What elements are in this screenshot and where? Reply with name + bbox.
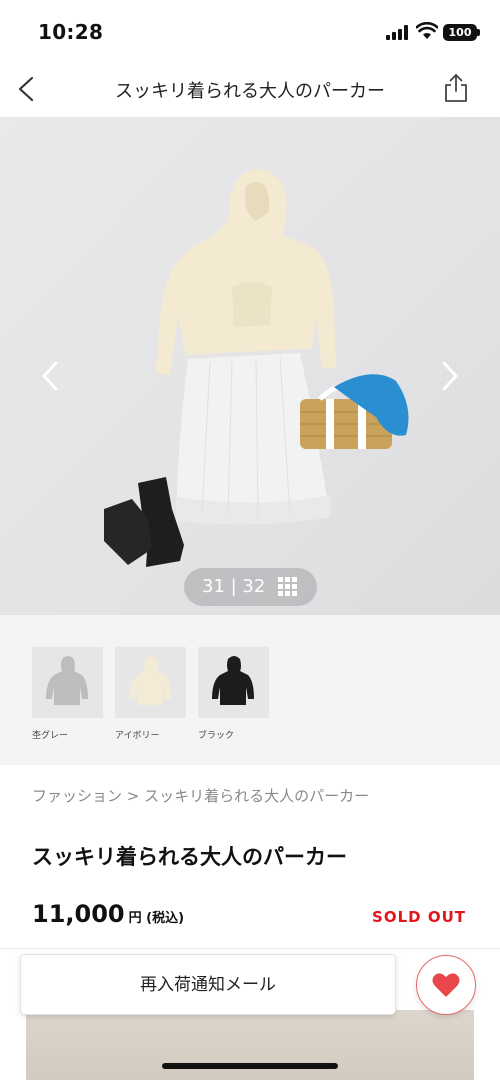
hoodie-black-thumbnail — [212, 656, 254, 705]
battery-icon: 100 — [443, 24, 477, 41]
breadcrumb[interactable]: ファッション > スッキリ着られる大人のパーカー — [32, 785, 369, 806]
status-bar: 10:28 100 — [0, 0, 500, 62]
favorite-button[interactable] — [416, 955, 476, 1015]
image-counter[interactable]: 31 | 32 — [184, 568, 317, 606]
hoodie-gray-thumbnail — [46, 656, 88, 705]
swatch-label: アイボリー — [115, 731, 160, 741]
battery-tip — [477, 29, 480, 36]
product-image-gallery[interactable]: 31 | 32 — [0, 117, 500, 615]
price: 11,000 円 (税込) — [32, 900, 184, 928]
signal-icon — [386, 24, 410, 40]
wifi-icon — [416, 22, 438, 39]
price-amount: 11,000 — [32, 900, 125, 928]
outfit-photo — [104, 169, 409, 567]
swatch-ivory[interactable]: アイボリー — [115, 647, 187, 741]
chevron-right-icon — [442, 361, 458, 391]
swatch-image[interactable] — [198, 647, 269, 718]
status-time: 10:28 — [38, 20, 104, 44]
back-button[interactable] — [10, 70, 46, 108]
swatch-image[interactable] — [115, 647, 186, 718]
share-icon — [445, 74, 467, 102]
sold-out-badge: SOLD OUT — [372, 908, 466, 926]
swatch-label: ブラック — [198, 731, 235, 741]
page-title: スッキリ着られる大人のパーカー — [115, 81, 385, 102]
swatch-image[interactable] — [32, 647, 103, 718]
divider — [0, 948, 500, 949]
previous-image-button[interactable] — [36, 357, 66, 395]
price-unit: 円 (税込) — [128, 911, 185, 926]
hoodie-ivory-thumbnail — [129, 656, 171, 705]
chevron-left-icon — [42, 361, 58, 391]
swatch-gray[interactable]: 杢グレー — [32, 647, 104, 741]
image-counter-text: 31 | 32 — [202, 576, 266, 597]
product-title: スッキリ着られる大人のパーカー — [32, 845, 347, 869]
share-button[interactable] — [440, 71, 472, 107]
heart-icon — [432, 973, 460, 997]
home-indicator — [162, 1063, 338, 1069]
color-swatches: 杢グレー アイボリー ブラック — [0, 615, 500, 765]
page-header: スッキリ着られる大人のパーカー — [0, 62, 500, 116]
next-section-image — [26, 1010, 474, 1080]
grid-icon — [278, 577, 298, 597]
restock-notify-button[interactable]: 再入荷通知メール — [20, 954, 396, 1015]
swatch-label: 杢グレー — [32, 731, 69, 741]
next-image-button[interactable] — [434, 357, 464, 395]
swatch-black[interactable]: ブラック — [198, 647, 270, 741]
chevron-left-icon — [18, 76, 34, 102]
